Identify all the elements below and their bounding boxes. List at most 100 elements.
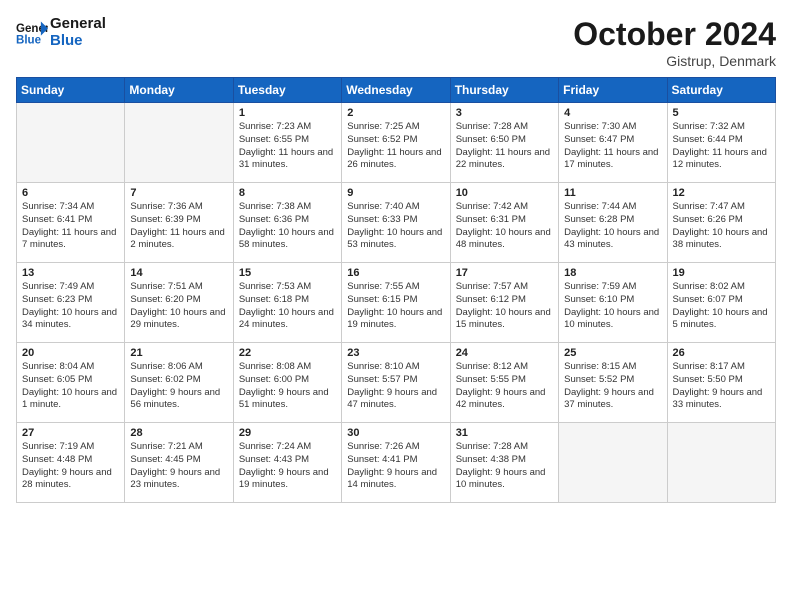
calendar-cell: 11 Sunrise: 7:44 AMSunset: 6:28 PMDayligh…: [559, 183, 667, 263]
col-saturday: Saturday: [667, 78, 775, 103]
day-number: 28: [130, 427, 227, 439]
calendar-cell: 25Sunrise: 8:15 AMSunset: 5:52 PMDayligh…: [559, 343, 667, 423]
calendar-cell: 8Sunrise: 7:38 AMSunset: 6:36 PMDaylight…: [233, 183, 341, 263]
calendar-cell: 14Sunrise: 7:51 AMSunset: 6:20 PMDayligh…: [125, 263, 233, 343]
day-number: 5: [673, 107, 770, 119]
day-info: Sunrise: 7:32 AMSunset: 6:44 PMDaylight:…: [673, 121, 770, 172]
day-info: Sunrise: 7:34 AMSunset: 6:41 PMDaylight:…: [22, 201, 119, 252]
svg-text:Blue: Blue: [16, 34, 42, 46]
page: General Blue General Blue October 2024 G…: [0, 0, 792, 612]
calendar-cell: [559, 423, 667, 503]
calendar-cell: 27 Sunrise: 7:19 AMSunset: 4:48 PMDayligh…: [17, 423, 125, 503]
day-number: 6: [22, 187, 119, 199]
day-number: 13: [22, 267, 119, 279]
day-number: 18: [564, 267, 661, 279]
day-number: 21: [130, 347, 227, 359]
day-number: 11: [564, 187, 661, 199]
logo: General Blue General Blue: [16, 16, 106, 49]
calendar-week-4: 20Sunrise: 8:04 AMSunset: 6:05 PMDayligh…: [17, 343, 776, 423]
calendar-cell: 12Sunrise: 7:47 AMSunset: 6:26 PMDayligh…: [667, 183, 775, 263]
logo-icon: General Blue: [16, 19, 48, 47]
day-info: Sunrise: 8:08 AMSunset: 6:00 PMDaylight:…: [239, 361, 336, 412]
calendar-cell: 24 Sunrise: 8:12 AMSunset: 5:55 PMDayligh…: [450, 343, 558, 423]
day-info: Sunrise: 8:10 AMSunset: 5:57 PMDaylight:…: [347, 361, 444, 412]
calendar-header: Sunday Monday Tuesday Wednesday Thursday…: [17, 78, 776, 103]
day-number: 29: [239, 427, 336, 439]
day-info: Sunrise: 7:19 AMSunset: 4:48 PMDaylight:…: [22, 441, 119, 492]
day-number: 30: [347, 427, 444, 439]
calendar-cell: 22Sunrise: 8:08 AMSunset: 6:00 PMDayligh…: [233, 343, 341, 423]
day-number: 23: [347, 347, 444, 359]
day-info: Sunrise: 7:42 AMSunset: 6:31 PMDaylight:…: [456, 201, 553, 252]
col-sunday: Sunday: [17, 78, 125, 103]
day-number: 1: [239, 107, 336, 119]
calendar-cell: 6 Sunrise: 7:34 AMSunset: 6:41 PMDaylight…: [17, 183, 125, 263]
day-info: Sunrise: 7:36 AMSunset: 6:39 PMDaylight:…: [130, 201, 227, 252]
calendar-cell: 7 Sunrise: 7:36 AMSunset: 6:39 PMDaylight…: [125, 183, 233, 263]
day-number: 14: [130, 267, 227, 279]
calendar-table: Sunday Monday Tuesday Wednesday Thursday…: [16, 77, 776, 503]
calendar-cell: 29Sunrise: 7:24 AMSunset: 4:43 PMDayligh…: [233, 423, 341, 503]
day-info: Sunrise: 7:21 AMSunset: 4:45 PMDaylight:…: [130, 441, 227, 492]
day-info: Sunrise: 7:44 AMSunset: 6:28 PMDaylight:…: [564, 201, 661, 252]
col-tuesday: Tuesday: [233, 78, 341, 103]
day-number: 2: [347, 107, 444, 119]
day-number: 4: [564, 107, 661, 119]
calendar-cell: 19 Sunrise: 8:02 AMSunset: 6:07 PMDayligh…: [667, 263, 775, 343]
day-info: Sunrise: 8:15 AMSunset: 5:52 PMDaylight:…: [564, 361, 661, 412]
calendar-cell: 5 Sunrise: 7:32 AMSunset: 6:44 PMDaylight…: [667, 103, 775, 183]
day-info: Sunrise: 8:06 AMSunset: 6:02 PMDaylight:…: [130, 361, 227, 412]
day-number: 10: [456, 187, 553, 199]
calendar-cell: 21 Sunrise: 8:06 AMSunset: 6:02 PMDayligh…: [125, 343, 233, 423]
calendar-cell: [667, 423, 775, 503]
col-thursday: Thursday: [450, 78, 558, 103]
logo-blue: Blue: [50, 33, 106, 50]
calendar-cell: 15Sunrise: 7:53 AMSunset: 6:18 PMDayligh…: [233, 263, 341, 343]
day-info: Sunrise: 8:02 AMSunset: 6:07 PMDaylight:…: [673, 281, 770, 332]
day-info: Sunrise: 7:28 AMSunset: 4:38 PMDaylight:…: [456, 441, 553, 492]
calendar-cell: 20Sunrise: 8:04 AMSunset: 6:05 PMDayligh…: [17, 343, 125, 423]
day-number: 24: [456, 347, 553, 359]
calendar-cell: 13 Sunrise: 7:49 AMSunset: 6:23 PMDayligh…: [17, 263, 125, 343]
day-info: Sunrise: 7:59 AMSunset: 6:10 PMDaylight:…: [564, 281, 661, 332]
day-info: Sunrise: 7:55 AMSunset: 6:15 PMDaylight:…: [347, 281, 444, 332]
day-info: Sunrise: 7:47 AMSunset: 6:26 PMDaylight:…: [673, 201, 770, 252]
calendar-cell: 26 Sunrise: 8:17 AMSunset: 5:50 PMDayligh…: [667, 343, 775, 423]
day-info: Sunrise: 8:12 AMSunset: 5:55 PMDaylight:…: [456, 361, 553, 412]
day-info: Sunrise: 7:49 AMSunset: 6:23 PMDaylight:…: [22, 281, 119, 332]
calendar-cell: 23 Sunrise: 8:10 AMSunset: 5:57 PMDayligh…: [342, 343, 450, 423]
day-number: 26: [673, 347, 770, 359]
calendar-cell: 1 Sunrise: 7:23 AMSunset: 6:55 PMDaylight…: [233, 103, 341, 183]
calendar-body: 1 Sunrise: 7:23 AMSunset: 6:55 PMDaylight…: [17, 103, 776, 503]
calendar-cell: 16 Sunrise: 7:55 AMSunset: 6:15 PMDayligh…: [342, 263, 450, 343]
day-number: 27: [22, 427, 119, 439]
day-number: 17: [456, 267, 553, 279]
calendar-cell: 3 Sunrise: 7:28 AMSunset: 6:50 PMDaylight…: [450, 103, 558, 183]
day-info: Sunrise: 7:26 AMSunset: 4:41 PMDaylight:…: [347, 441, 444, 492]
day-info: Sunrise: 7:25 AMSunset: 6:52 PMDaylight:…: [347, 121, 444, 172]
day-number: 31: [456, 427, 553, 439]
calendar-week-3: 13 Sunrise: 7:49 AMSunset: 6:23 PMDayligh…: [17, 263, 776, 343]
calendar-cell: 28 Sunrise: 7:21 AMSunset: 4:45 PMDayligh…: [125, 423, 233, 503]
day-info: Sunrise: 8:17 AMSunset: 5:50 PMDaylight:…: [673, 361, 770, 412]
weekday-row: Sunday Monday Tuesday Wednesday Thursday…: [17, 78, 776, 103]
calendar-week-1: 1 Sunrise: 7:23 AMSunset: 6:55 PMDaylight…: [17, 103, 776, 183]
day-info: Sunrise: 7:28 AMSunset: 6:50 PMDaylight:…: [456, 121, 553, 172]
calendar-cell: 18 Sunrise: 7:59 AMSunset: 6:10 PMDayligh…: [559, 263, 667, 343]
day-number: 20: [22, 347, 119, 359]
calendar-cell: [125, 103, 233, 183]
day-info: Sunrise: 7:23 AMSunset: 6:55 PMDaylight:…: [239, 121, 336, 172]
day-number: 19: [673, 267, 770, 279]
calendar-cell: 31 Sunrise: 7:28 AMSunset: 4:38 PMDayligh…: [450, 423, 558, 503]
day-number: 15: [239, 267, 336, 279]
col-friday: Friday: [559, 78, 667, 103]
day-number: 16: [347, 267, 444, 279]
calendar-cell: [17, 103, 125, 183]
day-number: 7: [130, 187, 227, 199]
calendar-cell: 2 Sunrise: 7:25 AMSunset: 6:52 PMDaylight…: [342, 103, 450, 183]
day-number: 3: [456, 107, 553, 119]
calendar-cell: 4Sunrise: 7:30 AMSunset: 6:47 PMDaylight…: [559, 103, 667, 183]
col-wednesday: Wednesday: [342, 78, 450, 103]
day-info: Sunrise: 7:40 AMSunset: 6:33 PMDaylight:…: [347, 201, 444, 252]
month-title: October 2024: [573, 16, 776, 53]
